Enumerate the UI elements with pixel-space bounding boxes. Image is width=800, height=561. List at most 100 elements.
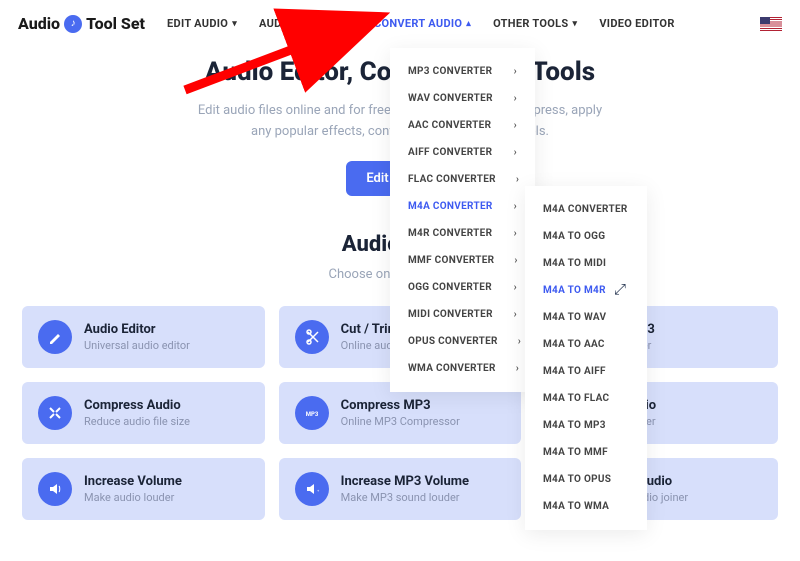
convert-menu-item[interactable]: MMF CONVERTER› [390, 247, 535, 274]
chevron-right-icon: › [518, 336, 521, 347]
chevron-right-icon: › [514, 228, 517, 239]
convert-menu-item[interactable]: OPUS CONVERTER › [390, 328, 535, 355]
nav-convert-audio[interactable]: CONVERT AUDIO ▴ [374, 17, 471, 30]
menu-label: FLAC CONVERTER [408, 174, 496, 185]
card-title: Increase Volume [84, 474, 182, 489]
nav-audio-effects[interactable]: AUDIO EFFECTS ▾ [259, 17, 352, 30]
card-subtitle: Make audio louder [84, 491, 182, 504]
menu-label: M4A TO OPUS [543, 474, 611, 485]
m4a-submenu-item[interactable]: M4A TO OPUS [525, 466, 647, 493]
mp3-icon: MP3 [295, 396, 329, 430]
convert-menu-item[interactable]: AAC CONVERTER › [390, 112, 535, 139]
nav-other-tools[interactable]: OTHER TOOLS ▾ [493, 17, 577, 30]
convert-menu-item[interactable]: MP3 CONVERTER › [390, 58, 535, 85]
menu-label: M4A TO AAC [543, 339, 605, 350]
convert-menu-item[interactable]: AIFF CONVERTER› [390, 139, 535, 166]
card-subtitle: Make MP3 sound louder [341, 491, 469, 504]
nav-label: VIDEO EDITOR [599, 17, 674, 30]
card-text: Audio Editor Universal audio editor [84, 322, 190, 352]
logo[interactable]: Audio ♪ Tool Set [18, 14, 145, 33]
chevron-right-icon: › [514, 120, 517, 131]
menu-label: WAV CONVERTER [408, 93, 493, 104]
m4a-submenu-item[interactable]: M4A TO MIDI [525, 250, 647, 277]
convert-menu-item[interactable]: OGG CONVERTER› [390, 274, 535, 301]
volume-icon [38, 472, 72, 506]
m4a-submenu-item[interactable]: M4A TO M4R [525, 277, 647, 304]
card-subtitle: Universal audio editor [84, 339, 190, 352]
nav-edit-audio[interactable]: EDIT AUDIO ▾ [167, 17, 237, 30]
menu-label: OPUS CONVERTER [408, 336, 498, 347]
convert-menu-item[interactable]: FLAC CONVERTER › [390, 166, 535, 193]
header: Audio ♪ Tool Set EDIT AUDIO ▾ AUDIO EFFE… [0, 0, 800, 47]
menu-label: M4A TO OGG [543, 231, 605, 242]
card-text: Increase MP3 VolumeMake MP3 sound louder [341, 474, 469, 504]
menu-label: M4A TO WMA [543, 501, 609, 512]
menu-label: M4A TO MIDI [543, 258, 606, 269]
menu-label: MIDI CONVERTER [408, 309, 493, 320]
m4a-submenu-item[interactable]: M4A CONVERTER [525, 196, 647, 223]
chevron-down-icon: ▾ [347, 19, 352, 29]
chevron-right-icon: › [516, 363, 519, 374]
vol-mp3-icon: + [295, 472, 329, 506]
menu-label: M4A CONVERTER [408, 201, 493, 212]
chevron-down-icon: ▾ [232, 19, 237, 29]
chevron-right-icon: › [516, 174, 519, 185]
m4a-submenu-item[interactable]: M4A TO FLAC [525, 385, 647, 412]
chevron-right-icon: › [514, 201, 517, 212]
card-text: Compress MP3 Online MP3 Compressor [341, 398, 460, 428]
m4a-submenu-item[interactable]: M4A TO MMF [525, 439, 647, 466]
convert-menu-item[interactable]: MIDI CONVERTER › [390, 301, 535, 328]
m4a-submenu-item[interactable]: M4A TO AAC [525, 331, 647, 358]
logo-icon: ♪ [64, 15, 82, 33]
chevron-down-icon: ▾ [572, 19, 577, 29]
chevron-up-icon: ▴ [466, 19, 471, 29]
m4a-submenu-item[interactable]: M4A TO WMA [525, 493, 647, 520]
scissors-icon [295, 320, 329, 354]
nav: EDIT AUDIO ▾ AUDIO EFFECTS ▾ CONVERT AUD… [167, 17, 675, 30]
m4a-submenu-item[interactable]: M4A TO OGG [525, 223, 647, 250]
chevron-right-icon: › [514, 66, 517, 77]
menu-label: M4A TO FLAC [543, 393, 609, 404]
m4a-submenu-item[interactable]: M4A TO MP3 [525, 412, 647, 439]
menu-label: WMA CONVERTER [408, 363, 496, 374]
menu-label: M4A TO AIFF [543, 366, 606, 377]
language-flag-us[interactable] [760, 17, 782, 31]
convert-menu-item[interactable]: M4A CONVERTER › [390, 193, 535, 220]
card-title: Compress MP3 [341, 398, 460, 413]
convert-menu-item[interactable]: WAV CONVERTER › [390, 85, 535, 112]
menu-label: AAC CONVERTER [408, 120, 491, 131]
card-title: Audio Editor [84, 322, 190, 337]
convert-menu-item[interactable]: WMA CONVERTER › [390, 355, 535, 382]
menu-label: M4A TO WAV [543, 312, 606, 323]
menu-label: M4A TO MMF [543, 447, 608, 458]
chevron-right-icon: › [514, 93, 517, 104]
menu-label: M4A TO M4R [543, 285, 606, 296]
m4a-submenu-item[interactable]: M4A TO AIFF [525, 358, 647, 385]
nav-video-editor[interactable]: VIDEO EDITOR [599, 17, 674, 30]
nav-label: OTHER TOOLS [493, 17, 568, 30]
card-title: Compress Audio [84, 398, 190, 413]
chevron-right-icon: › [514, 255, 517, 266]
tool-card[interactable]: Increase Volume Make audio louder [22, 458, 265, 520]
chevron-right-icon: › [514, 282, 517, 293]
nav-label: CONVERT AUDIO [374, 17, 462, 30]
menu-label: AIFF CONVERTER [408, 147, 492, 158]
m4a-submenu-item[interactable]: M4A TO WAV [525, 304, 647, 331]
nav-label: EDIT AUDIO [167, 17, 228, 30]
logo-text-1: Audio [18, 14, 60, 33]
tool-card[interactable]: + Increase MP3 VolumeMake MP3 sound loude… [279, 458, 522, 520]
tool-card[interactable]: Audio Editor Universal audio editor [22, 306, 265, 368]
logo-text-2: Tool Set [86, 14, 145, 33]
chevron-right-icon: › [514, 309, 517, 320]
menu-label: MP3 CONVERTER [408, 66, 492, 77]
card-subtitle: Online MP3 Compressor [341, 415, 460, 428]
convert-menu-item[interactable]: M4R CONVERTER › [390, 220, 535, 247]
svg-text:MP3: MP3 [305, 411, 318, 418]
card-subtitle: Reduce audio file size [84, 415, 190, 428]
convert-audio-dropdown: MP3 CONVERTER›WAV CONVERTER›AAC CONVERTE… [390, 48, 535, 392]
pencil-icon [38, 320, 72, 354]
menu-label: M4R CONVERTER [408, 228, 492, 239]
menu-label: M4A CONVERTER [543, 204, 628, 215]
tool-card[interactable]: Compress Audio Reduce audio file size [22, 382, 265, 444]
svg-text:+: + [317, 488, 320, 493]
